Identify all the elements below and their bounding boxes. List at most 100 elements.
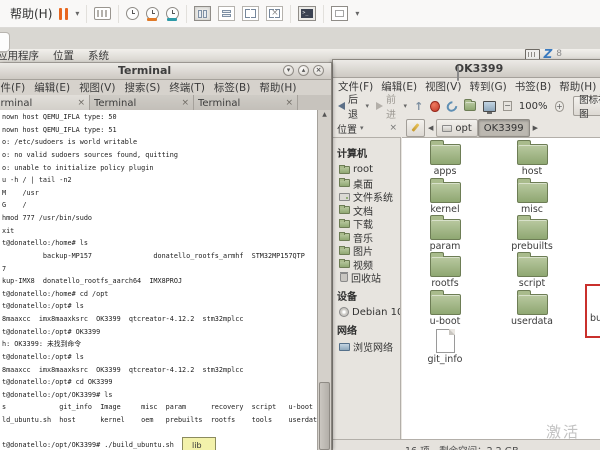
file-item[interactable]: u-boot [409, 290, 481, 327]
terminal-line: kup-IMX8 donatello_rootfs_aarch64 IMX8PR… [2, 275, 318, 288]
up-button[interactable]: ↑ [414, 100, 423, 113]
breadcrumb-opt[interactable]: opt [436, 119, 477, 137]
file-item[interactable]: apps [409, 140, 481, 177]
terminal-tab[interactable]: Terminal× [194, 95, 298, 111]
terminal-line: hmod 777 /usr/bin/sudo [2, 212, 318, 225]
vm-viewer-screen: 帮助(H) ▾ × >_ ▾ 应用程序位置系统 Z 8 Terminal [0, 0, 600, 450]
back-button[interactable]: 后退 ▾ [338, 91, 369, 121]
zoom-out-button[interactable]: − [503, 101, 512, 111]
sidebar-item[interactable]: 文件系统 [333, 190, 400, 204]
file-item[interactable]: userdata [496, 290, 568, 327]
sidebar-item[interactable]: 回收站 [333, 271, 400, 285]
file-label: kernel [430, 205, 459, 215]
snapshot-icon[interactable] [126, 7, 139, 21]
panel-menu-item[interactable]: 位置 [53, 48, 74, 63]
stop-button[interactable] [430, 101, 440, 112]
snapshot-revert-icon[interactable] [146, 7, 159, 21]
terminal-menu-item[interactable]: 视图(V) [79, 80, 115, 95]
file-grid[interactable]: bu appshostkernelmiscparamprebuiltsrootf… [402, 137, 600, 439]
terminal-tab[interactable]: Terminal× [0, 95, 90, 111]
places-caret-icon[interactable]: ▾ [360, 124, 364, 132]
breadcrumb-left-icon[interactable]: ◀ [428, 124, 433, 132]
edit-location-button[interactable] [406, 119, 425, 137]
tab-close-icon[interactable]: × [181, 98, 189, 108]
shade-button[interactable]: ▾ [283, 65, 294, 76]
keyboard-icon[interactable] [525, 49, 540, 60]
drive-icon [339, 193, 350, 201]
sidebar-item[interactable]: 桌面 [333, 177, 400, 191]
maximize-button[interactable]: ▴ [298, 65, 309, 76]
layout-split-vertical-icon[interactable] [194, 6, 211, 21]
sidebar-item[interactable]: 文档 [333, 204, 400, 218]
terminal-line: t@donatello:/opt/OK3399# ./build_ubuntu.… [2, 439, 318, 450]
close-button[interactable]: × [313, 65, 324, 76]
forward-button[interactable]: 前进 ▾ [376, 91, 407, 121]
view-mode-button[interactable]: 图标视图 ▾ [573, 96, 600, 116]
terminal-toggle-icon[interactable]: >_ [298, 6, 316, 21]
terminal-menu-item[interactable]: 标签(B) [214, 80, 250, 95]
help-menu[interactable]: 帮助(H) [10, 5, 52, 22]
sidebar-item[interactable]: Debian 10... [333, 306, 400, 320]
home-folder-icon[interactable] [464, 101, 476, 111]
terminal-menu-item[interactable]: 文件(F) [0, 80, 25, 95]
sidebar-item[interactable]: root [333, 163, 400, 177]
sidebar-section-header: 设备 [333, 285, 400, 306]
folder-icon [339, 260, 350, 268]
layout-fit-guest-icon[interactable] [242, 6, 259, 21]
fullscreen-icon[interactable] [331, 6, 348, 21]
terminal-menu-item[interactable]: 编辑(E) [34, 80, 70, 95]
fm-menu-item[interactable]: 转到(G) [469, 79, 506, 94]
zoom-in-button[interactable]: + [555, 101, 565, 112]
sidebar-pull-tab[interactable] [0, 32, 10, 52]
folder-icon [339, 166, 350, 174]
places-header[interactable]: 位置 ▾ × [333, 121, 401, 136]
fm-menu-item[interactable]: 视图(V) [425, 79, 461, 94]
file-item[interactable]: script [496, 252, 568, 289]
tab-close-icon[interactable]: × [77, 98, 85, 108]
terminal-menu-item[interactable]: 终端(T) [169, 80, 205, 95]
terminal-menu-item[interactable]: 搜索(S) [124, 80, 160, 95]
back-caret-icon[interactable]: ▾ [366, 102, 370, 110]
terminal-line: 7 [2, 263, 318, 276]
layout-split-horizontal-icon[interactable] [218, 6, 235, 21]
fm-menu-item[interactable]: 书签(B) [515, 79, 551, 94]
tab-close-icon[interactable]: × [285, 98, 293, 108]
send-ctrl-alt-del-icon[interactable] [94, 7, 111, 20]
sidebar-item[interactable]: 音乐 [333, 231, 400, 245]
sidebar-item[interactable]: 浏览网络 [333, 340, 400, 354]
sidebar-item[interactable]: 图片 [333, 244, 400, 258]
tray-extra-icon[interactable]: 8 [556, 49, 562, 59]
breadcrumb-right-icon[interactable]: ▶ [533, 124, 538, 132]
layout-no-fit-icon[interactable]: × [266, 6, 283, 21]
file-item[interactable]: host [496, 140, 568, 177]
sidebar-item[interactable]: 下载 [333, 217, 400, 231]
places-close-icon[interactable]: × [389, 123, 397, 133]
panel-menus: 应用程序位置系统 [0, 48, 109, 63]
file-item[interactable]: rootfs [409, 252, 481, 289]
fullscreen-caret-icon[interactable]: ▾ [355, 9, 359, 18]
file-item[interactable]: misc [496, 178, 568, 215]
pause-icon[interactable] [59, 8, 68, 20]
sidebar-item[interactable]: 视频 [333, 258, 400, 272]
forward-caret-icon[interactable]: ▾ [404, 102, 408, 110]
computer-icon[interactable] [483, 101, 496, 112]
scroll-up-icon[interactable]: ▲ [318, 110, 331, 120]
terminal-menu-item[interactable]: 帮助(H) [259, 80, 296, 95]
terminal-body[interactable]: nown host QEMU_IFLA type: 50nown host QE… [0, 110, 331, 450]
terminal-scrollbar[interactable]: ▲ [317, 110, 331, 450]
breadcrumb-ok3399[interactable]: OK3399 [478, 119, 530, 137]
pause-caret-icon[interactable]: ▾ [75, 9, 79, 18]
file-item[interactable]: param [409, 215, 481, 252]
file-item[interactable]: git_info [409, 328, 481, 365]
file-item[interactable]: prebuilts [496, 215, 568, 252]
panel-menu-item[interactable]: 系统 [88, 48, 109, 63]
scrollbar-thumb[interactable] [319, 382, 330, 450]
file-manager-titlebar[interactable]: OK3399 [333, 60, 600, 78]
terminal-titlebar[interactable]: Terminal ▾ ▴ × [0, 63, 331, 80]
reload-button[interactable] [444, 99, 459, 114]
terminal-tab[interactable]: Terminal× [90, 95, 194, 111]
sidebar-item-label: root [353, 164, 373, 175]
file-item[interactable]: kernel [409, 178, 481, 215]
terminal-line: xit [2, 225, 318, 238]
snapshot-manage-icon[interactable] [166, 7, 179, 21]
